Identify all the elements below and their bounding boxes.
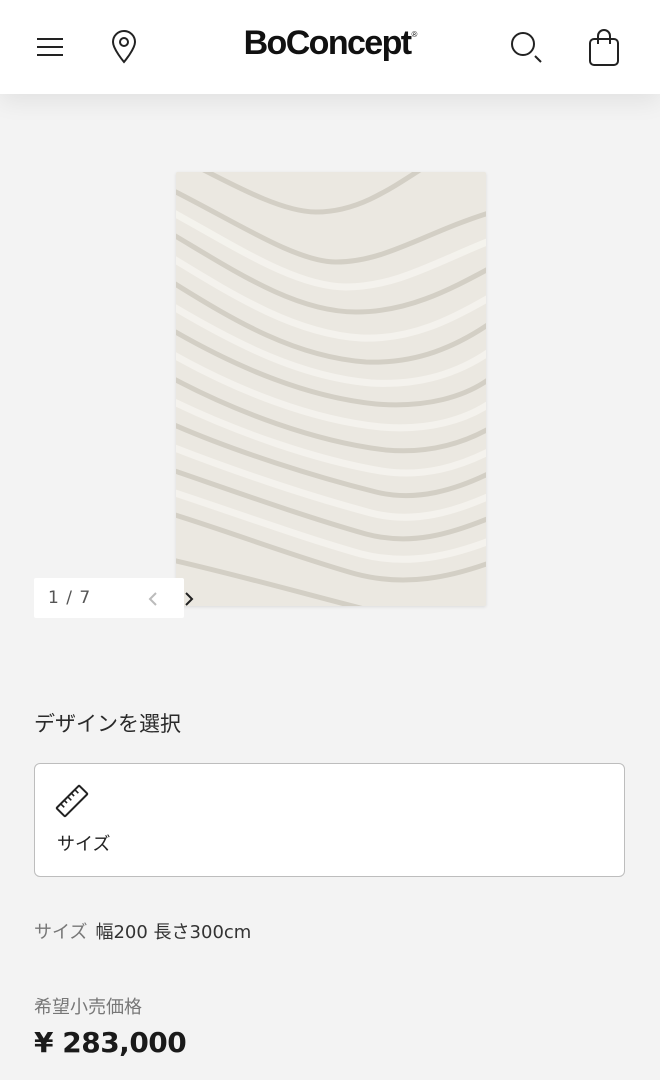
image-counter: 1 / 7 (48, 588, 92, 608)
registered-mark: ® (411, 30, 418, 39)
brand-logo[interactable]: BoConcept® (0, 24, 660, 63)
search-icon (511, 32, 542, 63)
previous-image-button[interactable] (142, 588, 164, 610)
price-value: ¥ 283,000 (34, 1026, 187, 1059)
size-spec-value: 幅200 長さ300cm (95, 922, 252, 943)
size-spec: サイズ 幅200 長さ300cm (34, 918, 251, 944)
chevron-right-icon (185, 592, 194, 606)
design-section-title: デザインを選択 (34, 712, 181, 736)
product-image-rug[interactable] (176, 172, 486, 606)
shopping-bag-icon (589, 29, 619, 66)
brand-name: BoConcept (243, 24, 413, 62)
price-label: 希望小売価格 (34, 997, 142, 1018)
size-option-label: サイズ (57, 834, 111, 855)
cart-button[interactable] (582, 25, 626, 69)
ruler-icon (55, 784, 89, 818)
size-option-card[interactable]: サイズ (34, 763, 625, 877)
chevron-left-icon (148, 592, 157, 606)
image-pager: 1 / 7 (34, 578, 194, 618)
next-image-button[interactable] (178, 588, 200, 610)
search-button[interactable] (504, 25, 548, 69)
size-spec-key: サイズ (34, 922, 88, 943)
site-header: BoConcept® (0, 0, 660, 94)
